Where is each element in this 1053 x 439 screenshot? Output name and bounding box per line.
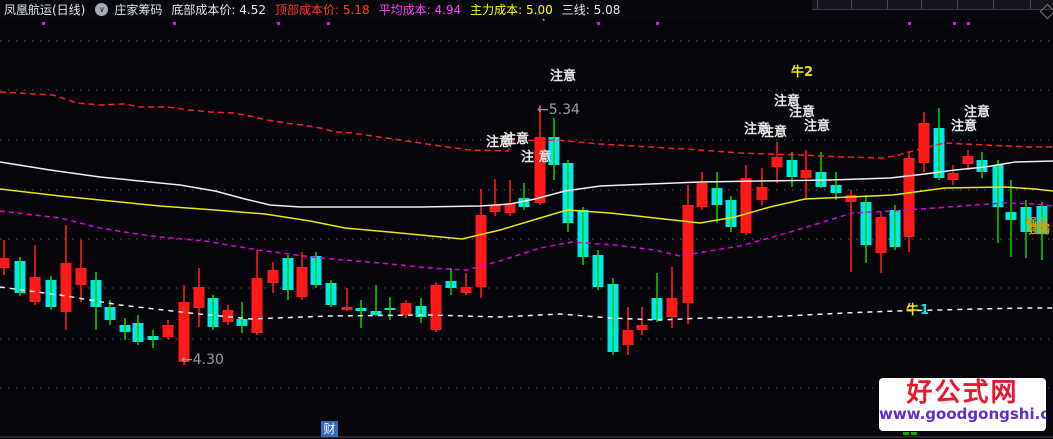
candle	[296, 267, 308, 297]
candle	[460, 287, 472, 293]
candle	[771, 157, 783, 167]
top-ruler	[812, 0, 1053, 10]
candle	[0, 258, 10, 268]
magenta-dot	[908, 22, 911, 25]
candle	[696, 183, 708, 207]
magenta-dot	[953, 22, 956, 25]
candle	[60, 263, 72, 312]
ruler-tick	[957, 0, 958, 9]
candle	[162, 325, 174, 337]
chevron-circle-icon[interactable]: ∨	[95, 3, 109, 16]
magenta-dot	[967, 22, 970, 25]
candlestick-chart[interactable]	[0, 0, 1053, 439]
candle	[193, 287, 205, 308]
top-cost-line	[0, 91, 1053, 159]
candle	[666, 298, 678, 317]
candle	[251, 278, 263, 333]
watermark-title: 好公式网	[906, 378, 1019, 408]
stock-chart-window: 注意注意注意注 意注意注意注意注意注意注意注意牛2牛2牛1强弱强弱←5.34←4…	[0, 0, 1053, 439]
magenta-dot	[173, 22, 176, 25]
candle	[534, 137, 546, 203]
ruler-tick	[887, 0, 888, 9]
bottom-green-tick	[911, 432, 917, 435]
candle	[267, 270, 279, 283]
avg-cost-readout: 平均成本: 4.94	[378, 3, 462, 17]
candle	[947, 173, 959, 180]
candle	[430, 285, 442, 330]
top-cost-readout: 顶部成本价: 5.18	[274, 3, 370, 17]
candle	[636, 325, 648, 330]
candle	[756, 187, 768, 200]
candle	[875, 217, 887, 253]
three-line-readout: 三线: 5.08	[561, 3, 621, 17]
candle	[222, 310, 234, 322]
watermark-url: www.goodgongshi.com	[879, 405, 1046, 423]
symbol-title: 凤凰航运(日线)	[4, 3, 86, 17]
candle	[75, 268, 87, 285]
candle	[962, 156, 974, 164]
candle	[400, 303, 412, 315]
candle	[903, 158, 915, 237]
candle	[622, 330, 634, 345]
candle	[475, 215, 487, 287]
candle	[341, 307, 353, 310]
candle	[800, 170, 812, 178]
magenta-dot	[42, 22, 45, 25]
watermark: 好公式网 www.goodgongshi.com	[879, 378, 1046, 431]
ruler-tick	[1030, 0, 1031, 9]
ruler-tick	[993, 0, 994, 9]
three-line	[0, 160, 1053, 208]
magenta-dot	[656, 22, 659, 25]
bottom-cost-readout: 底部成本价: 4.52	[171, 3, 266, 17]
bottom-border	[0, 436, 1053, 438]
magenta-dot	[597, 22, 600, 25]
cai-label[interactable]: 财	[321, 421, 338, 437]
candle	[918, 123, 930, 163]
magenta-dot	[327, 22, 330, 25]
ruler-tick	[921, 0, 922, 9]
magenta-dot	[277, 22, 280, 25]
indicator-name-label: 庄家筹码	[114, 3, 163, 17]
bottom-green-tick	[903, 432, 909, 435]
main-cost-readout: 主力成本: 5.00	[470, 3, 553, 17]
candle	[29, 277, 41, 302]
candle	[489, 205, 501, 212]
bottom-cost-line	[0, 286, 1053, 321]
ruler-tick	[851, 0, 852, 9]
ruler-tick	[817, 0, 818, 9]
candle	[178, 302, 190, 362]
candle	[740, 178, 752, 233]
